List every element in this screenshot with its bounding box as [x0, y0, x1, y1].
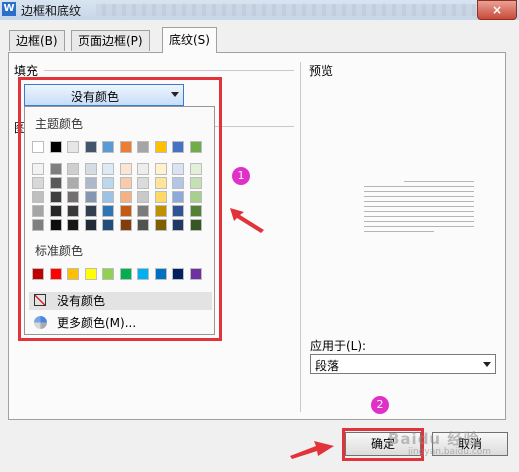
watermark-url: jingyan.baidu.com	[408, 447, 492, 457]
tab-borders[interactable]: 边框(B)	[9, 30, 65, 51]
close-button[interactable]: ×	[477, 0, 517, 20]
apply-to-value: 段落	[315, 359, 340, 373]
title-bar: W 边框和底纹 ×	[0, 0, 519, 20]
chevron-down-icon	[483, 362, 491, 367]
preview-label: 预览	[309, 64, 334, 78]
arrow-annotation-icon	[290, 441, 334, 459]
tab-page-border[interactable]: 页面边框(P)	[71, 30, 150, 51]
tab-shading[interactable]: 底纹(S)	[162, 27, 217, 53]
annotation-box-palette	[18, 77, 222, 341]
arrow-annotation-icon	[230, 208, 264, 233]
watermark: Baidu 经验	[388, 430, 480, 448]
panel-divider	[300, 62, 301, 412]
apply-to-label: 应用于(L):	[310, 339, 367, 353]
pattern-group-line	[215, 126, 294, 127]
step-1-badge: 1	[232, 167, 250, 185]
window-title: 边框和底纹	[21, 4, 82, 18]
app-icon: W	[2, 2, 16, 16]
title-bar-blur	[96, 4, 476, 16]
apply-to-select[interactable]: 段落	[310, 354, 496, 374]
fill-group-line	[44, 70, 294, 71]
preview-area	[364, 181, 474, 236]
step-2-badge: 2	[371, 396, 389, 414]
